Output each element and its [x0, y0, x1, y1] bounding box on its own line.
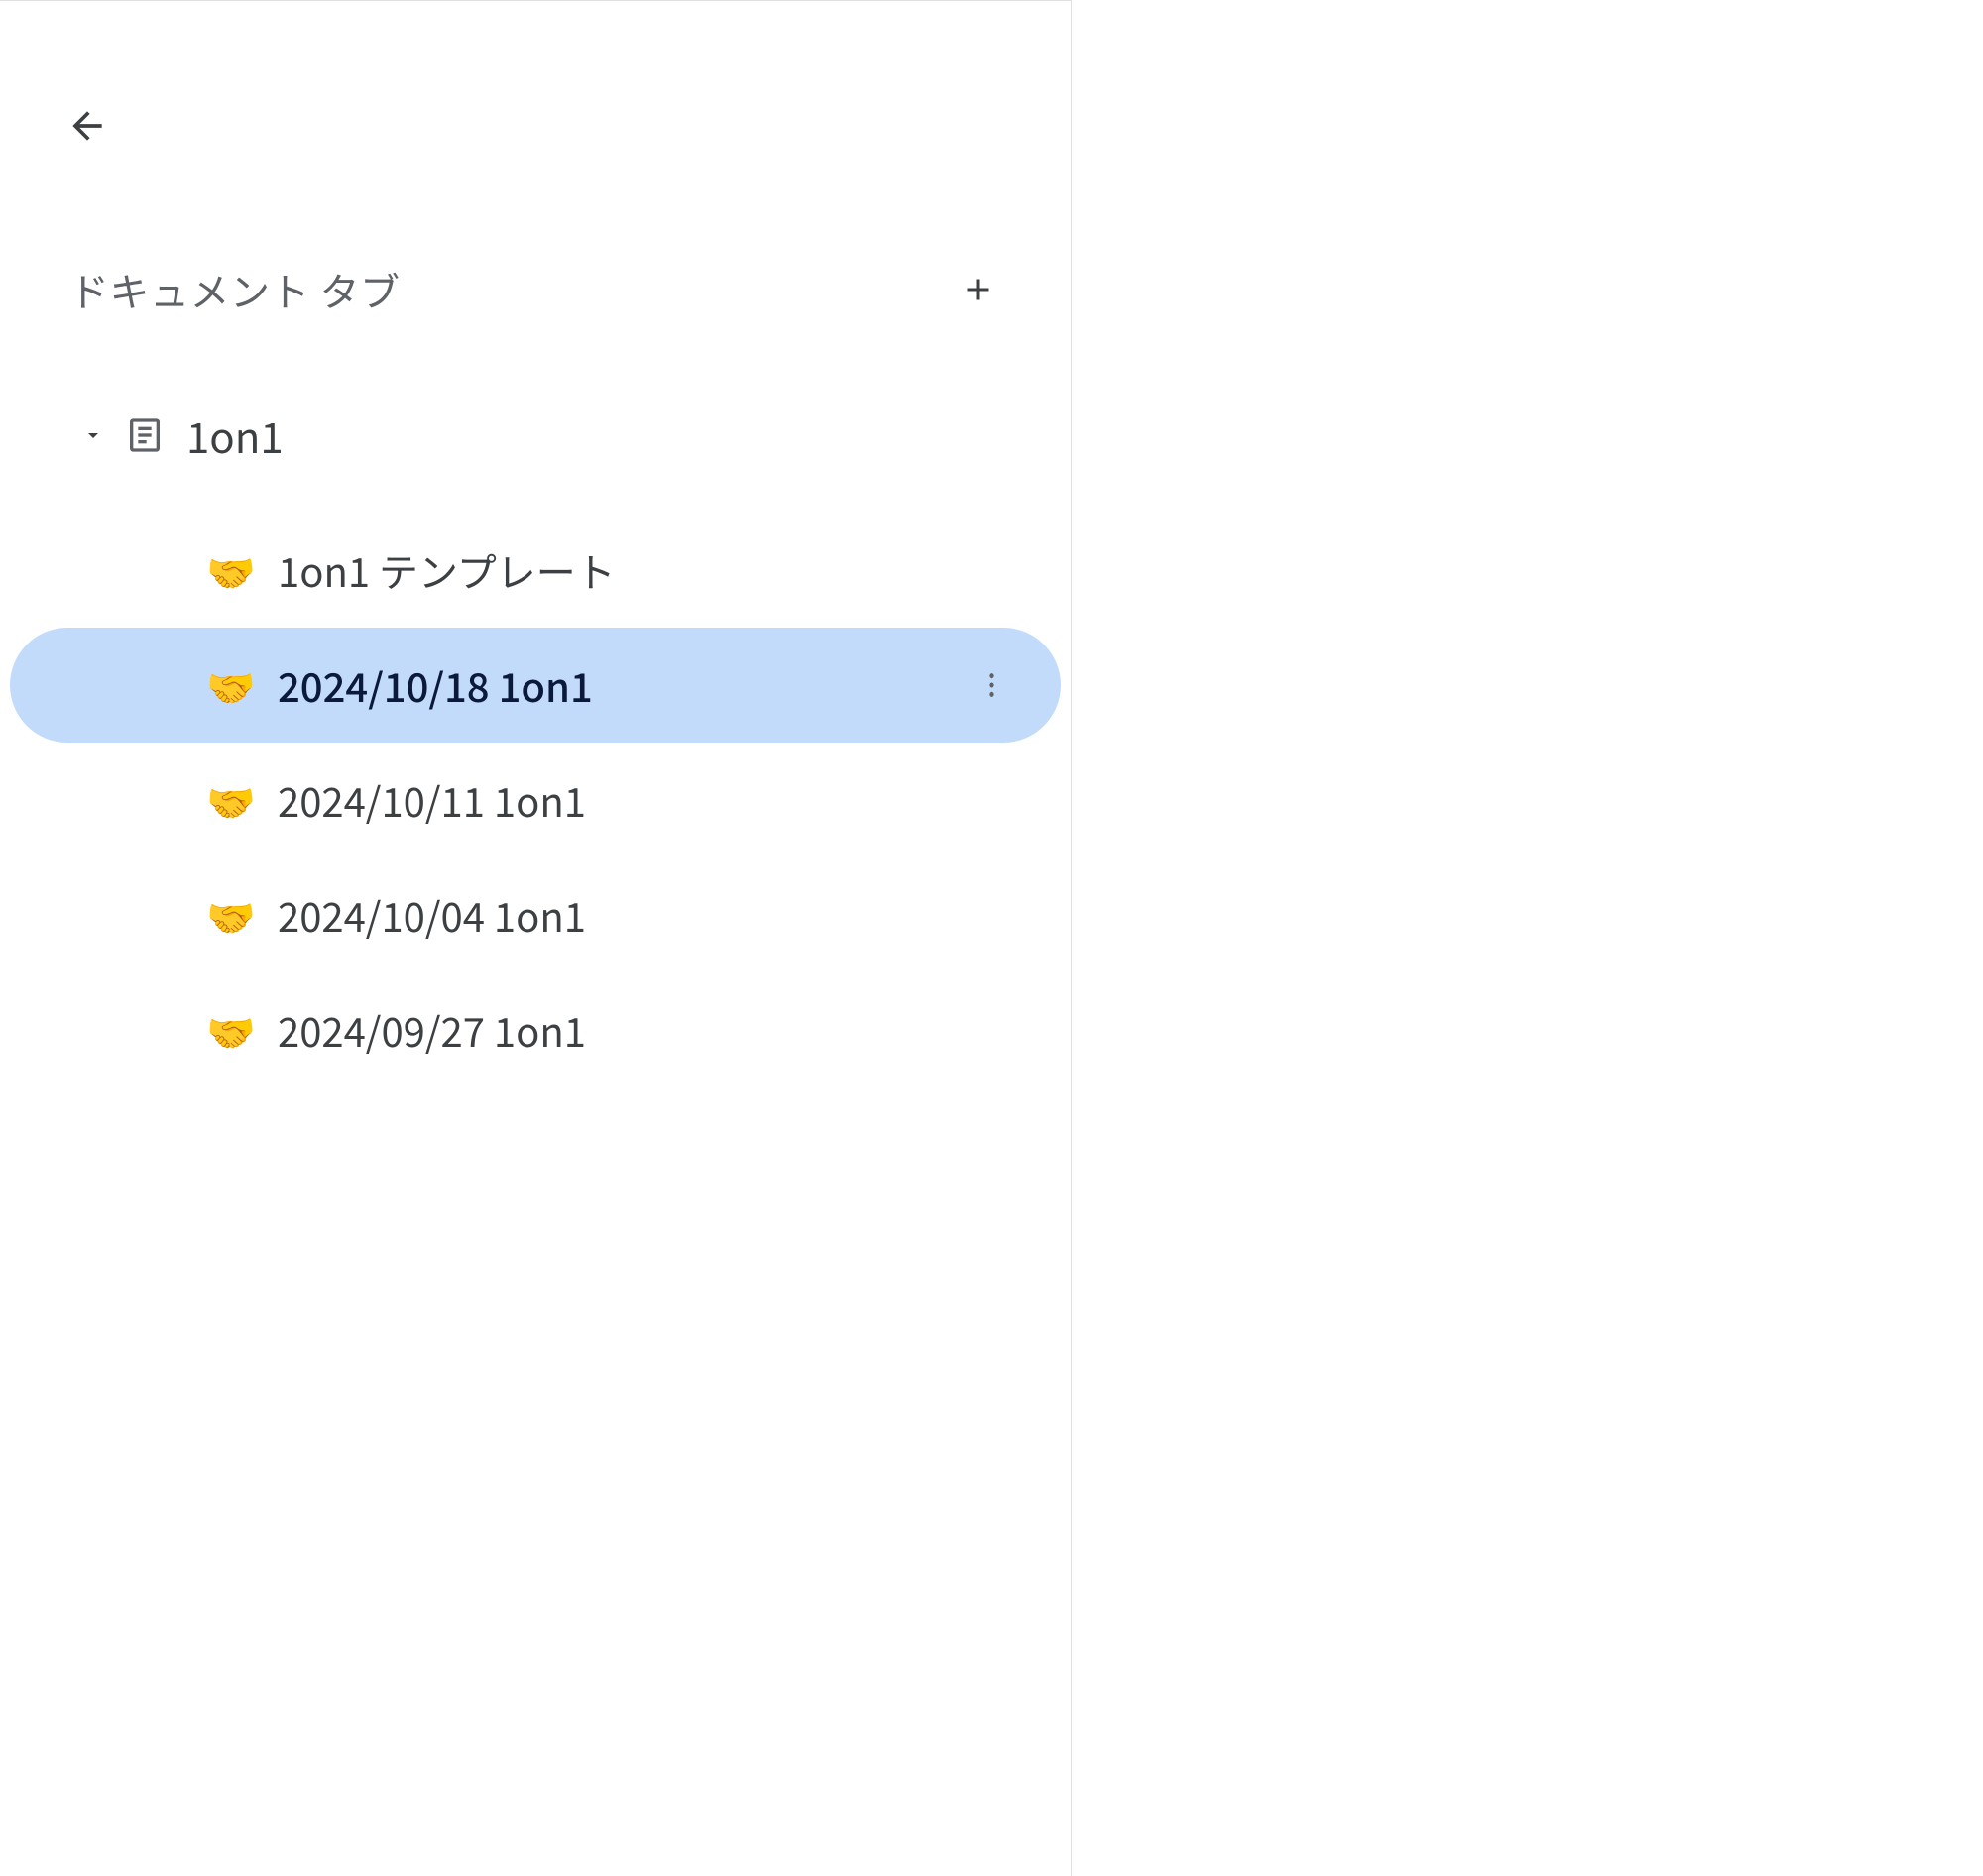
tree-child-tab[interactable]: 🤝 2024/10/04 1on1 — [10, 858, 1061, 973]
handshake-icon: 🤝 — [206, 780, 254, 820]
handshake-icon: 🤝 — [206, 665, 254, 705]
sidebar-divider — [1071, 0, 1072, 1876]
arrow-left-icon — [65, 104, 109, 148]
document-icon — [125, 415, 165, 455]
tree-child-label: 2024/10/11 1on1 — [278, 771, 586, 829]
tree-children: 🤝 1on1 テンプレート 🤝 2024/10/18 1on1 🤝 2024/10/11 … — [0, 513, 1071, 1088]
section-header: ドキュメント タブ — [0, 261, 1071, 318]
tree-child-tab[interactable]: 🤝 2024/10/11 1on1 — [10, 743, 1061, 858]
back-button[interactable] — [63, 102, 111, 150]
section-title: ドキュメント タブ — [69, 261, 400, 318]
tree-child-label: 2024/09/27 1on1 — [278, 1001, 586, 1059]
document-tabs-sidebar: ドキュメント タブ 1on1 — [0, 0, 1071, 1876]
tree-child-label: 2024/10/18 1on1 — [278, 656, 593, 714]
tree-parent-label: 1on1 — [186, 406, 284, 466]
tree-child-tab[interactable]: 🤝 1on1 テンプレート — [10, 513, 1061, 628]
add-tab-button[interactable] — [954, 266, 1001, 313]
caret-down-icon — [81, 423, 105, 447]
tabs-tree: 1on1 🤝 1on1 テンプレート 🤝 2024/10/18 1on1 🤝 2024/1… — [0, 398, 1071, 1088]
handshake-icon: 🤝 — [206, 550, 254, 590]
tree-child-label: 2024/10/04 1on1 — [278, 886, 586, 944]
tree-child-label: 1on1 テンプレート — [278, 541, 616, 599]
handshake-icon: 🤝 — [206, 895, 254, 935]
tree-parent-1on1[interactable]: 1on1 — [0, 398, 1071, 473]
plus-icon — [960, 272, 995, 307]
tree-child-tab[interactable]: 🤝 2024/09/27 1on1 — [10, 973, 1061, 1088]
more-vert-icon — [976, 669, 1007, 701]
tab-more-button[interactable] — [968, 661, 1015, 709]
handshake-icon: 🤝 — [206, 1010, 254, 1050]
tree-child-tab[interactable]: 🤝 2024/10/18 1on1 — [10, 628, 1061, 743]
